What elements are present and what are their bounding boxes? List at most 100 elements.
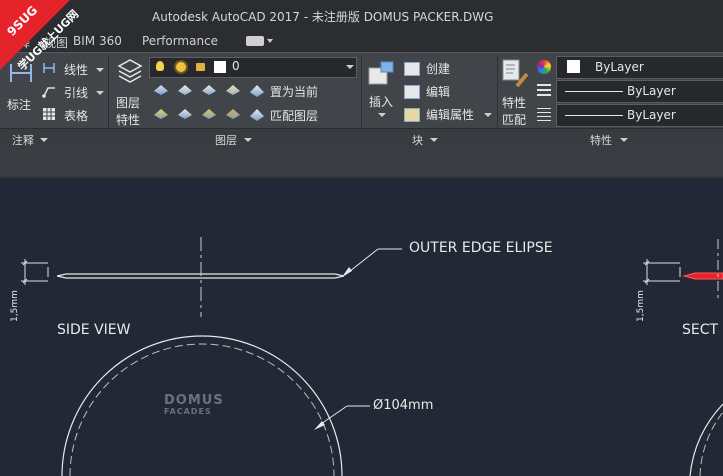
table-label: 表格 [64, 109, 89, 123]
side-view-dimension [21, 259, 49, 285]
section-dimension [643, 259, 681, 285]
side-view-label: SIDE VIEW [57, 322, 131, 338]
panel-title-block[interactable]: 块 [362, 129, 497, 149]
chevron-down-icon [244, 138, 252, 142]
chevron-down-icon [430, 138, 438, 142]
match-layer-button[interactable]: 匹配图层 [250, 107, 330, 125]
panel-title-annotate[interactable]: 注释 [0, 129, 107, 149]
diameter-label: Ø104mm [373, 398, 434, 413]
layer-thaw-icon[interactable] [202, 109, 216, 119]
color-swatch-icon [214, 61, 226, 73]
create-block-button[interactable]: 创建 [404, 60, 464, 78]
leader-icon [42, 87, 55, 98]
panel-label-block: 块 [412, 134, 423, 147]
match-properties-button[interactable]: 特性 匹配 [500, 58, 532, 128]
panel-title-layers[interactable]: 图层 [109, 129, 361, 149]
logo-text-1: DOMUS [164, 393, 224, 408]
side-dimension-text: 1,5mm [10, 290, 20, 322]
lineweight-value: ByLayer [627, 108, 676, 122]
chevron-down-icon [96, 91, 104, 95]
chevron-down-icon [620, 138, 628, 142]
edit-attributes-button[interactable]: 编辑属性 [404, 106, 494, 124]
linetype-preview [565, 91, 623, 92]
edit-attributes-icon [404, 108, 420, 122]
tab-performance[interactable]: Performance [142, 34, 218, 48]
color-dropdown[interactable]: ByLayer [556, 56, 723, 79]
color-wheel-icon[interactable] [537, 60, 551, 74]
match-layer-icon [250, 109, 264, 121]
ribbon-tabs: 注释 视图 BIM 360 Performance [0, 30, 723, 52]
drawing-canvas[interactable]: OUTER EDGE ELIPSE SIDE VIEW SECT Ø104mm … [0, 179, 723, 476]
window-title: Autodesk AutoCAD 2017 - 未注册版 DOMUS PACKE… [152, 10, 494, 24]
lightbulb-icon [156, 61, 164, 71]
edit-attributes-label: 编辑属性 [426, 108, 475, 122]
match-layer-label: 匹配图层 [270, 109, 319, 123]
linetype-dropdown[interactable]: ByLayer [556, 80, 723, 103]
match-properties-label-2: 匹配 [502, 113, 527, 127]
outer-edge-label: OUTER EDGE ELIPSE [409, 240, 553, 256]
chevron-down-icon [96, 68, 104, 72]
color-value: ByLayer [595, 60, 644, 74]
edit-block-icon [404, 85, 420, 99]
insert-block-icon [368, 61, 394, 85]
panel-title-properties[interactable]: 特性 [498, 129, 723, 149]
dimension-label: 标注 [7, 98, 32, 112]
lineweight-preview [565, 115, 623, 116]
unlock-icon [196, 63, 205, 71]
panel-label-properties: 特性 [590, 134, 612, 147]
set-current-button[interactable]: 置为当前 [250, 83, 330, 101]
layer-unlock-icon[interactable] [226, 109, 240, 119]
section-circle [689, 403, 723, 476]
tab-overflow-button[interactable] [246, 36, 264, 46]
lineweight-icon[interactable] [537, 108, 551, 122]
leader-arrowhead [342, 267, 352, 277]
chevron-down-icon [346, 65, 354, 69]
chevron-down-icon [378, 113, 386, 117]
tab-bim360[interactable]: BIM 360 [73, 34, 122, 48]
leader-label: 引线 [64, 86, 89, 100]
lineweight-dropdown[interactable]: ByLayer [556, 104, 723, 127]
layer-merge-icon[interactable] [178, 109, 192, 119]
sun-icon [176, 62, 186, 72]
chevron-down-icon[interactable] [267, 39, 273, 43]
section-circle-inner [699, 411, 723, 476]
diameter-leader [317, 405, 370, 427]
layer-label-1: 图层 [116, 96, 141, 110]
logo-text-2: FACADES [164, 407, 212, 416]
table-button[interactable]: 表格 [42, 106, 106, 124]
layer-properties-button[interactable]: 图层 特性 [112, 58, 148, 128]
layer-tools-row-2 [152, 106, 262, 124]
layer-walk-icon[interactable] [154, 109, 168, 119]
match-properties-label-1: 特性 [502, 96, 527, 110]
table-icon [43, 108, 55, 120]
file-tab-strip [0, 149, 723, 179]
layer-lock-icon[interactable] [226, 85, 240, 95]
chevron-down-icon [40, 138, 48, 142]
leader-button[interactable]: 引线 [42, 83, 106, 101]
create-label: 创建 [426, 62, 451, 76]
layer-freeze-icon[interactable] [178, 85, 192, 95]
chevron-down-icon [484, 113, 492, 117]
panel-label-annotate: 注释 [12, 134, 34, 147]
edit-label: 编辑 [426, 85, 451, 99]
domus-logo: DOMUS FACADES [162, 393, 240, 417]
layer-off-icon[interactable] [202, 85, 216, 95]
layers-icon [117, 59, 143, 83]
linetype-icon[interactable] [537, 84, 551, 98]
title-bar: Autodesk AutoCAD 2017 - 未注册版 DOMUS PACKE… [0, 0, 723, 30]
linetype-value: ByLayer [627, 84, 676, 98]
color-swatch-icon [567, 60, 580, 73]
layer-label-2: 特性 [116, 113, 141, 127]
layer-dropdown[interactable]: 0 [149, 57, 357, 78]
edit-block-button[interactable]: 编辑 [404, 83, 464, 101]
set-current-label: 置为当前 [270, 85, 319, 99]
layer-tools-row-1 [152, 82, 262, 100]
section-profile [682, 272, 723, 280]
section-dimension-text: 1,5mm [636, 290, 646, 322]
set-current-icon [250, 85, 264, 97]
panel-label-layers: 图层 [215, 134, 237, 147]
layer-isolate-icon[interactable] [154, 85, 168, 95]
match-properties-icon [502, 59, 529, 88]
insert-block-button[interactable]: 插入 [364, 58, 400, 124]
section-label: SECT [682, 322, 719, 338]
